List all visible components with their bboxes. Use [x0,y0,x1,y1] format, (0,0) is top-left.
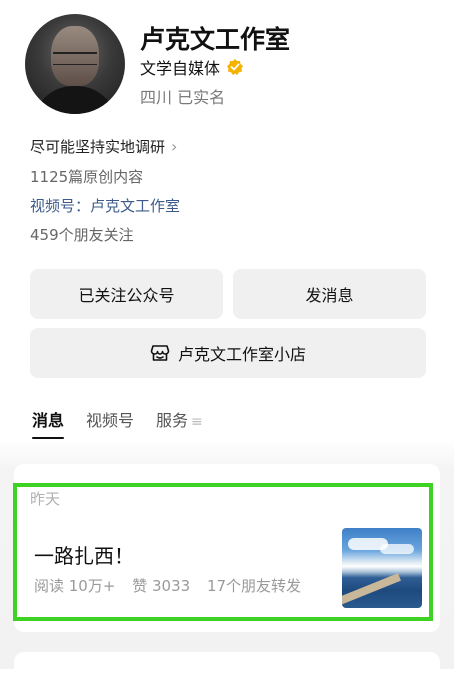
send-message-button[interactable]: 发消息 [233,269,426,319]
video-channel-link[interactable]: 视频号：卢克文工作室 [30,195,180,216]
followed-button[interactable]: 已关注公众号 [30,269,223,319]
avatar[interactable] [25,14,125,114]
tab-services-label: 服务 [156,411,189,430]
verified-badge-icon [226,58,244,76]
thumbnail-cloud [380,544,414,554]
tab-messages[interactable]: 消息 [32,407,65,439]
shop-button[interactable]: 卢克文工作室小店 [30,328,426,378]
thumbnail-road [342,573,401,607]
article-title[interactable]: 一路扎西！ [34,540,134,569]
account-description[interactable]: 尽可能坚持实地调研 › [30,136,177,157]
feed-date: 昨天 [30,490,61,508]
menu-icon: ≡ [191,414,203,430]
article-stats: 阅读 10万+ 赞 3033 17个朋友转发 [34,575,313,596]
avatar-glasses [53,52,97,65]
tab-video-channel[interactable]: 视频号 [86,407,134,439]
article-thumbnail[interactable] [342,528,422,608]
account-name: 卢克文工作室 [140,25,291,54]
original-count: 1125篇原创内容 [30,168,144,186]
avatar-body [33,86,117,114]
account-type-row: 文学自媒体 [140,55,244,79]
article-shares: 17个朋友转发 [206,577,302,595]
tab-services[interactable]: 服务 ≡ [156,407,203,439]
article-likes: 赞 3033 [132,577,191,595]
shop-icon [150,344,170,362]
description-text: 尽可能坚持实地调研 [30,138,166,156]
friends-following: 459个朋友关注 [30,226,134,244]
content-tabs: 消息 视频号 服务 ≡ [32,407,203,439]
account-type: 文学自媒体 [140,59,221,78]
profile-header: 卢克文工作室 文学自媒体 四川 已实名 [0,0,454,120]
shop-button-label: 卢克文工作室小店 [177,345,306,364]
next-card[interactable] [14,652,440,692]
location-verified: 四川 已实名 [140,88,226,107]
chevron-right-icon: › [171,137,178,156]
article-reads: 阅读 10万+ [34,577,116,595]
